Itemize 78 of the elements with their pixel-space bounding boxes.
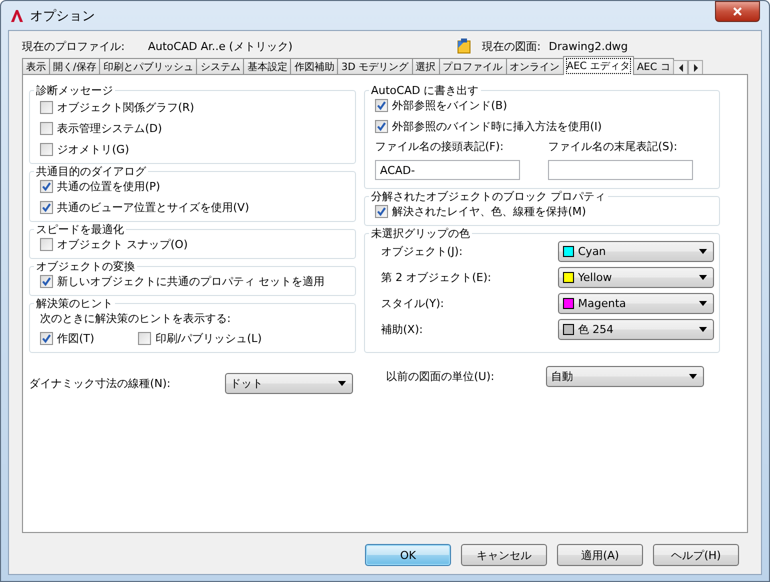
field-label: ダイナミック寸法の線種(N): xyxy=(29,376,172,391)
tab[interactable]: 基本設定 xyxy=(243,58,292,75)
text-field[interactable] xyxy=(548,160,693,180)
checkmark-icon xyxy=(42,203,51,212)
checkmark-icon xyxy=(42,277,51,286)
tab[interactable]: システム xyxy=(196,58,244,75)
field-label: 以前の図面の単位(U): xyxy=(385,369,496,384)
profile-label: 現在のプロファイル: xyxy=(22,38,126,54)
field-label: ファイル名の末尾表記(S): xyxy=(548,139,678,155)
group-title: スピードを最適化 xyxy=(34,222,126,237)
field-label: オブジェクト(J): xyxy=(380,244,464,258)
checkbox[interactable]: 解決されたレイヤ、色、線種を保持(M) xyxy=(375,204,586,219)
checkbox[interactable]: 新しいオブジェクトに共通のプロパティ セットを適用 xyxy=(40,274,324,289)
profile-name: AutoCAD Ar..e (メトリック) xyxy=(148,38,294,54)
checkmark-icon xyxy=(377,122,386,131)
close-button[interactable] xyxy=(715,1,760,22)
caret-icon xyxy=(699,274,707,280)
tab[interactable]: AEC エディタ xyxy=(562,56,634,75)
dropdown[interactable]: Magenta xyxy=(558,292,714,314)
tab[interactable]: 選択 xyxy=(412,58,440,75)
group-title: 解決策のヒント xyxy=(34,296,115,311)
dialog-button[interactable]: 適用(A) xyxy=(557,544,643,566)
window-title: オプション xyxy=(30,8,95,24)
hint-text: 次のときに解決策のヒントを表示する: xyxy=(40,310,232,326)
checkbox[interactable]: オブジェクト関係グラフ(R) xyxy=(40,100,194,115)
tab[interactable]: 表示 xyxy=(22,58,50,75)
group-title: 未選択グリップの色 xyxy=(369,226,472,241)
group-title: AutoCAD に書き出す xyxy=(369,83,481,98)
tab[interactable]: 作図補助 xyxy=(290,58,338,75)
checkbox[interactable]: 作図(T) xyxy=(40,331,94,346)
dialog-button[interactable]: キャンセル xyxy=(461,544,547,566)
dialog-button[interactable]: OK xyxy=(365,544,451,566)
text-field[interactable]: ACAD- xyxy=(375,160,520,180)
checkbox[interactable]: 印刷/パブリッシュ(L) xyxy=(138,331,262,346)
checkmark-icon xyxy=(42,182,51,191)
field-label: ファイル名の接頭表記(F): xyxy=(375,139,505,155)
checkmark-icon xyxy=(42,334,51,343)
field-label: 補助(X): xyxy=(380,322,424,336)
tab[interactable]: オンライン xyxy=(506,58,564,75)
dropdown[interactable]: Yellow xyxy=(558,266,714,288)
checkbox[interactable]: 外部参照のバインド時に挿入方法を使用(I) xyxy=(375,119,602,134)
group-title: 診断メッセージ xyxy=(34,83,115,98)
checkbox[interactable]: 表示管理システム(D) xyxy=(40,121,162,136)
caret-icon xyxy=(699,300,707,306)
caret-icon xyxy=(699,326,707,332)
group-title: 分解されたオブジェクトのブロック プロパティ xyxy=(369,189,608,204)
drawing-label: 現在の図面: xyxy=(482,38,541,54)
dropdown[interactable]: Cyan xyxy=(558,240,714,262)
drawing-name: Drawing2.dwg xyxy=(548,40,628,52)
app-logo-icon xyxy=(10,8,24,22)
arrow-left-icon xyxy=(676,62,685,72)
dialog-button[interactable]: ヘルプ(H) xyxy=(653,544,739,566)
arrow-right-icon xyxy=(692,62,700,72)
checkbox[interactable]: オブジェクト スナップ(O) xyxy=(40,237,188,252)
caret-icon xyxy=(689,374,697,379)
checkbox[interactable]: 外部参照をバインド(B) xyxy=(375,98,508,113)
caret-icon xyxy=(338,381,346,386)
field-label: スタイル(Y): xyxy=(380,296,446,310)
checkbox[interactable]: 共通の位置を使用(P) xyxy=(40,179,160,194)
checkmark-icon xyxy=(377,207,386,216)
tab[interactable]: 開く/保存 xyxy=(49,58,100,75)
tab[interactable]: 印刷とパブリッシュ xyxy=(99,58,198,75)
field-label: 第 2 オブジェクト(E): xyxy=(380,270,492,284)
close-icon xyxy=(733,7,742,16)
caret-icon xyxy=(699,248,707,254)
drawing-file-icon xyxy=(456,38,472,54)
group-title: オブジェクトの変換 xyxy=(34,259,137,274)
checkbox[interactable]: ジオメトリ(G) xyxy=(40,142,130,157)
scroll-right-button[interactable] xyxy=(688,60,704,75)
scroll-left-button[interactable] xyxy=(673,60,688,75)
dropdown[interactable]: ドット xyxy=(225,373,353,394)
tab[interactable]: 3D モデリング xyxy=(337,58,413,75)
tab[interactable]: プロファイル xyxy=(438,58,507,75)
dropdown[interactable]: 自動 xyxy=(546,366,704,387)
dropdown[interactable]: 色 254 xyxy=(558,318,714,340)
checkmark-icon xyxy=(377,101,386,110)
group-title: 共通目的のダイアログ xyxy=(34,164,148,179)
checkbox[interactable]: 共通のビューア位置とサイズを使用(V) xyxy=(40,200,250,215)
